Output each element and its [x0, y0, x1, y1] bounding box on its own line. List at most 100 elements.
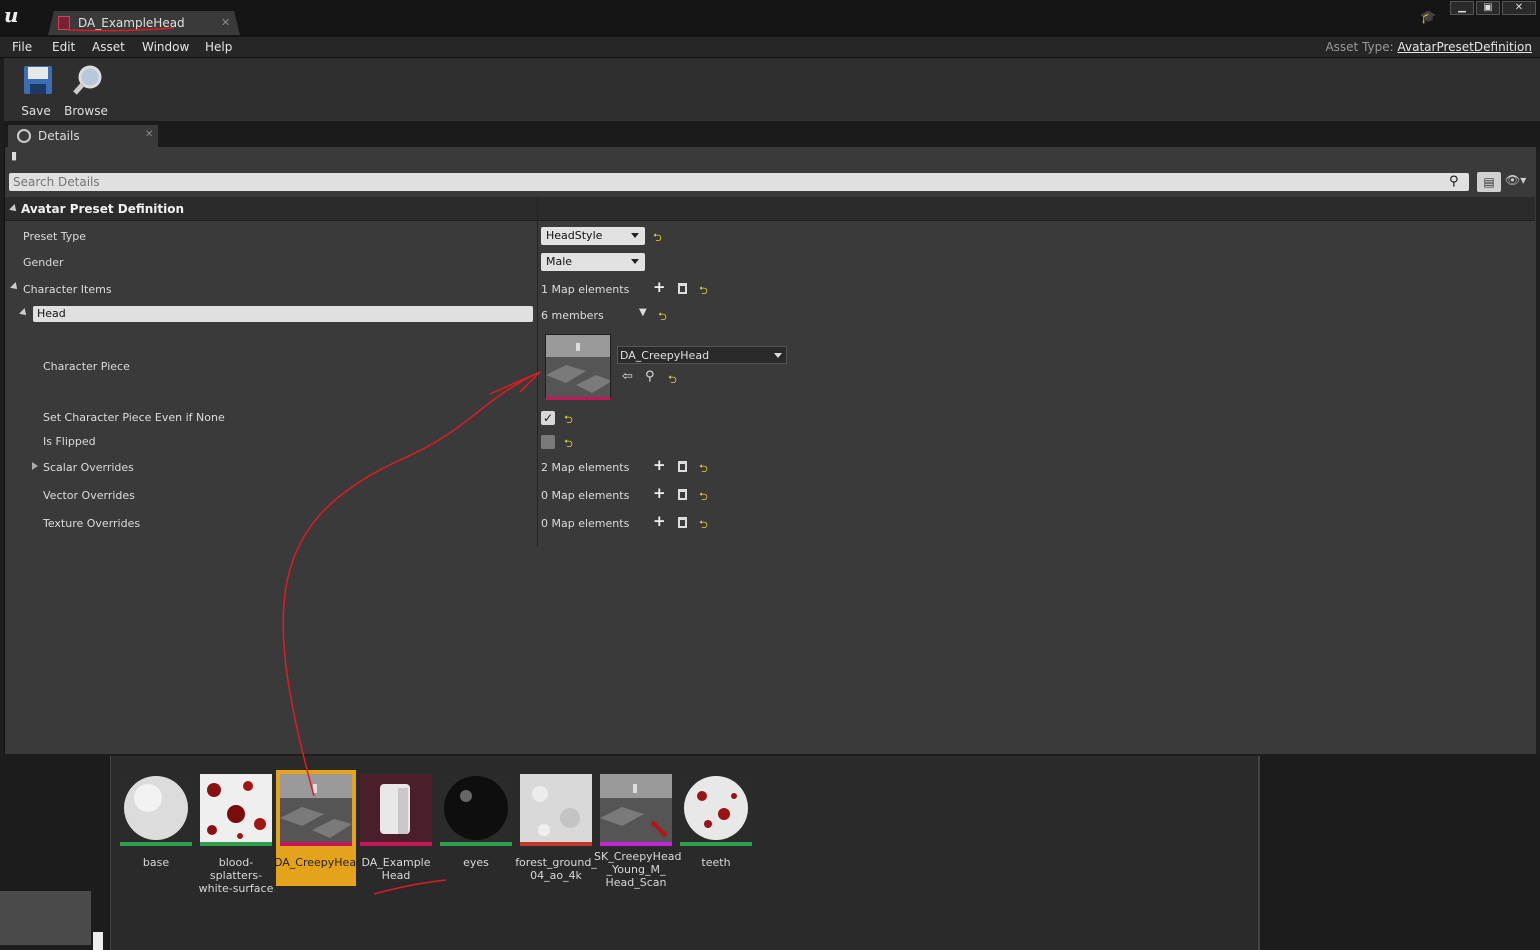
column-splitter[interactable]: [537, 197, 538, 547]
sources-panel: [0, 756, 103, 950]
document-tab[interactable]: DA_ExampleHead ✕: [48, 11, 240, 35]
character-piece-thumbnail[interactable]: [545, 334, 611, 400]
menu-asset[interactable]: Asset: [92, 40, 125, 54]
category-title: Avatar Preset Definition: [21, 202, 185, 216]
browse-asset-search-icon[interactable]: ⚲: [645, 369, 655, 384]
collapse-arrow-icon: [9, 204, 19, 214]
add-element-icon[interactable]: +: [653, 484, 666, 502]
close-details-tab-icon[interactable]: ✕: [145, 129, 153, 140]
add-element-icon[interactable]: +: [653, 512, 666, 530]
asset-thumbnail: [280, 774, 352, 846]
menu-edit[interactable]: Edit: [52, 40, 75, 54]
add-element-icon[interactable]: +: [653, 278, 666, 296]
character-piece-label: Character Piece: [43, 360, 130, 373]
spotted-sphere-icon: [684, 776, 748, 840]
asset-thumbnail: [520, 774, 592, 846]
chevron-down-icon: [631, 233, 639, 238]
reset-to-default-icon[interactable]: ⮌: [699, 460, 708, 479]
skeletal-mesh-icon: [600, 774, 672, 846]
trash-icon[interactable]: [678, 489, 687, 500]
noise-texture-icon: [520, 774, 592, 846]
menu-file[interactable]: File: [12, 40, 32, 54]
reset-to-default-icon[interactable]: ⮌: [564, 411, 573, 430]
scrollbar-thumb[interactable]: [93, 932, 103, 950]
preset-type-label: Preset Type: [23, 230, 87, 243]
tutorial-cap-icon[interactable]: 🎓: [1420, 10, 1436, 25]
set-even-if-none-checkbox[interactable]: ✓: [541, 411, 555, 425]
view-options-button[interactable]: ▤: [1477, 172, 1501, 192]
asset-name: forest_ground_ 04_ao_4k: [515, 856, 597, 882]
search-details-input[interactable]: [13, 174, 1443, 190]
expand-arrow-icon[interactable]: [10, 282, 20, 292]
minimize-button[interactable]: ▁: [1450, 1, 1474, 15]
close-window-button[interactable]: ✕: [1502, 1, 1536, 15]
category-header[interactable]: Avatar Preset Definition: [5, 197, 1535, 221]
trash-icon[interactable]: [678, 461, 687, 472]
scalar-overrides-label: Scalar Overrides: [43, 461, 134, 474]
asset-thumbnail: [120, 774, 192, 846]
search-icon: ⚲: [1449, 174, 1459, 189]
reset-to-default-icon[interactable]: ⮌: [668, 371, 677, 390]
asset-name: DA_CreepyHead: [274, 856, 364, 869]
content-browser: base blood-splatters- white-surface DA_C…: [0, 756, 1540, 950]
reset-to-default-icon[interactable]: ⮌: [699, 282, 708, 301]
details-tab-label: Details: [38, 129, 80, 143]
asset-name: teeth: [701, 856, 731, 869]
asset-thumbnail: [200, 774, 272, 846]
head-key-field[interactable]: Head: [33, 306, 533, 322]
asset-name: blood-splatters- white-surface: [198, 856, 274, 895]
asset-type-stripe: [200, 842, 272, 846]
save-button[interactable]: Save: [12, 62, 58, 118]
close-tab-icon[interactable]: ✕: [221, 16, 230, 29]
lock-icon[interactable]: ▮: [11, 149, 17, 162]
toolbar: Save Browse: [4, 58, 1540, 121]
save-icon: [24, 66, 52, 94]
reset-to-default-icon[interactable]: ⮌: [699, 488, 708, 507]
reset-to-default-icon[interactable]: ⮌: [653, 229, 662, 248]
details-tab[interactable]: Details ✕: [8, 125, 158, 147]
vector-overrides-count: 0 Map elements: [541, 489, 630, 502]
asset-type-stripe: [280, 842, 352, 846]
asset-type-stripe: [680, 842, 752, 846]
asset-type-stripe: [520, 842, 592, 846]
set-even-if-none-label: Set Character Piece Even if None: [43, 411, 225, 424]
expand-arrow-icon[interactable]: [19, 308, 29, 318]
sources-block[interactable]: [0, 891, 91, 945]
character-piece-asset-picker[interactable]: DA_CreepyHead: [617, 346, 787, 364]
title-bar: u DA_ExampleHead ✕ 🎓 ▁ ▣ ✕: [0, 0, 1540, 37]
asset-thumbnail: [680, 774, 752, 846]
use-selected-arrow-icon[interactable]: ⇦: [622, 369, 633, 384]
preset-type-dropdown[interactable]: HeadStyle: [541, 227, 645, 245]
asset-type-stripe: [440, 842, 512, 846]
save-label: Save: [21, 104, 51, 118]
asset-type-stripe: [120, 842, 192, 846]
reset-to-default-icon[interactable]: ⮌: [564, 435, 573, 454]
add-element-icon[interactable]: +: [653, 456, 666, 474]
asset-name: DA_Example Head: [361, 856, 431, 882]
menu-window[interactable]: Window: [142, 40, 189, 54]
character-piece-value: DA_CreepyHead: [620, 349, 710, 362]
expand-arrow-icon[interactable]: [32, 462, 38, 470]
reset-to-default-icon[interactable]: ⮌: [658, 308, 667, 327]
unreal-logo-icon: u: [4, 3, 19, 27]
chevron-down-icon[interactable]: ▼: [639, 307, 647, 318]
browse-button[interactable]: Browse: [62, 62, 108, 118]
vector-overrides-label: Vector Overrides: [43, 489, 135, 502]
visibility-options-eye-icon[interactable]: 👁▾: [1505, 173, 1535, 191]
maximize-button[interactable]: ▣: [1476, 1, 1500, 15]
is-flipped-label: Is Flipped: [43, 435, 96, 448]
gender-dropdown[interactable]: Male: [541, 253, 645, 271]
asset-type-link[interactable]: AvatarPresetDefinition: [1398, 40, 1532, 54]
reset-to-default-icon[interactable]: ⮌: [699, 516, 708, 535]
asset-name: eyes: [463, 856, 489, 869]
menu-help[interactable]: Help: [205, 40, 232, 54]
white-sphere-icon: [124, 776, 188, 840]
trash-icon[interactable]: [678, 517, 687, 528]
black-sphere-icon: [444, 776, 508, 840]
asset-type-indicator: Asset Type: AvatarPresetDefinition: [1325, 40, 1532, 54]
trash-icon[interactable]: [678, 283, 687, 294]
gender-label: Gender: [23, 256, 64, 269]
chevron-down-icon: [631, 259, 639, 264]
head-key-value: Head: [37, 307, 66, 320]
is-flipped-checkbox[interactable]: [541, 435, 555, 449]
